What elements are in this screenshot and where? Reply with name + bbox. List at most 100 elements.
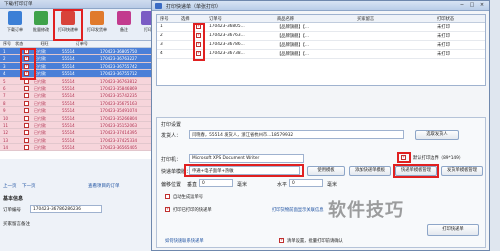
table-row[interactable]: 2 170423-36763... 【品牌旗舰】【... 未打印	[157, 32, 485, 41]
col-buyer-note: 买家留言	[357, 17, 375, 22]
row-code: 55514	[62, 93, 75, 99]
close-icon[interactable]: ×	[477, 2, 487, 9]
row-code: 55514	[62, 56, 75, 62]
row-code: 55514	[62, 130, 75, 136]
row-order: 170423-35846869	[100, 85, 138, 91]
table-row[interactable]: 12 已付款 55514 170423-37414395	[0, 129, 159, 137]
print-express-submit[interactable]: 打印快递单	[427, 224, 479, 236]
download-icon	[8, 11, 22, 25]
row-checkbox[interactable]	[24, 93, 29, 99]
next-page-link[interactable]: 下一页	[22, 183, 36, 189]
row-checkbox[interactable]	[24, 122, 29, 128]
table-row[interactable]: 14 已付款 55514 170423-36565405	[0, 144, 159, 152]
print-invoice-button[interactable]: 打印发货单	[84, 11, 110, 39]
table-row[interactable]: 3 170423-36786... 【品牌旗舰】【... 未打印	[157, 41, 485, 50]
col-product: 商品名称	[277, 17, 295, 22]
printer-label: 打印机：	[161, 157, 182, 163]
row-code: 55514	[62, 108, 75, 114]
row-order: 170423-36763812	[100, 78, 138, 84]
print-invoice-label: 打印发货单	[87, 27, 107, 32]
use-template-button[interactable]: 使用模板	[307, 166, 345, 176]
remark-button[interactable]: 备注	[111, 11, 137, 39]
related-info-link[interactable]: 打印货物前面显示关联信息	[272, 207, 324, 213]
row-no: 14	[3, 145, 9, 151]
bg-toolbar: 下载订单 批量修改 打印快递单 打印发货单 备注 打印	[0, 9, 160, 41]
order-no-label: 订单编号	[3, 208, 21, 213]
select-sender-button[interactable]: 选取发货人	[415, 130, 459, 140]
minimize-icon[interactable]: −	[457, 2, 467, 9]
print-settings-panel: 打印设置 发货人： 闫晓春，55514 发货人，浙江省杭州市...1857993…	[156, 117, 486, 248]
row-no: 3	[160, 42, 163, 47]
row-order: 170423-35742235	[100, 93, 138, 99]
row-no: 11	[3, 122, 9, 128]
table-row[interactable]: 13 已付款 55514 170423-37425334	[0, 136, 159, 145]
table-row[interactable]: 11 已付款 55514 170423-35152063	[0, 121, 159, 130]
help-link[interactable]: 如何快速联系快递单	[165, 238, 204, 244]
row-order: 170423-35266804	[100, 115, 138, 121]
order-table: 序号 选择 订单号 商品名称 买家留言 打印状态 1 170423-36805..…	[156, 14, 486, 86]
row-no: 4	[3, 71, 6, 77]
printer-select[interactable]: Microsoft XPS Document Writer	[189, 154, 304, 163]
detail-tab[interactable]: 基本信息	[3, 195, 23, 202]
row-checkbox[interactable]	[24, 145, 29, 151]
row-checkbox[interactable]	[24, 85, 29, 91]
confirm-checkbox[interactable]	[279, 237, 284, 243]
table-row[interactable]: 6 已付款 55514 170423-35846869	[0, 84, 159, 93]
download-orders-button[interactable]: 下载订单	[2, 11, 28, 39]
sender-field[interactable]: 闫晓春，55514 发货人，浙江省杭州市...18579932	[189, 130, 404, 139]
row-checkbox[interactable]	[24, 108, 29, 114]
row-order: 170423-37414395	[100, 130, 138, 136]
add-template-button[interactable]: 添加快递单模板	[349, 166, 391, 176]
use-page-setting-label: 默认打印边界（89*149）	[413, 156, 464, 161]
row-no: 10	[3, 115, 9, 121]
batch-edit-button[interactable]: 批量修改	[28, 11, 54, 39]
table-row[interactable]: 7 已付款 55514 170423-35742235	[0, 92, 159, 100]
table-row[interactable]: 8 已付款 55514 170423-35675163	[0, 99, 159, 108]
row-checkbox-highlight	[193, 23, 205, 61]
row-no: 3	[3, 63, 6, 69]
row-product: 【品牌旗舰】【...	[277, 52, 310, 57]
row-checkbox[interactable]	[24, 130, 29, 136]
row-order: 170423-35152063	[100, 122, 138, 128]
pager-info: 查看项目的订单	[88, 184, 120, 189]
row-checkbox[interactable]	[24, 115, 29, 121]
row-status: 已付款	[34, 122, 46, 128]
row-status: 未打印	[437, 52, 450, 57]
row-code: 55514	[62, 49, 75, 54]
offset-horizontal-input[interactable]: 0	[289, 179, 323, 187]
bg-title-bar: 下载/打印订单	[0, 0, 160, 9]
row-order: 170423-36738...	[209, 51, 245, 56]
print-express-button[interactable]: 打印快递单	[53, 9, 83, 41]
offset-label: 偏移位置	[161, 182, 182, 188]
table-row[interactable]: 1 170423-36805... 【品牌旗舰】【... 未打印	[157, 23, 485, 32]
invoice-template-button[interactable]: 发货单模板管理	[441, 166, 483, 176]
row-order: 170423-36786...	[209, 42, 245, 47]
print-express-label: 打印快递单	[58, 27, 78, 32]
table-row[interactable]: 10 已付款 55514 170423-35266804	[0, 114, 159, 122]
row-checkbox[interactable]	[24, 137, 29, 143]
maximize-icon[interactable]: □	[467, 2, 477, 9]
row-order: 170423-36755742	[100, 63, 138, 69]
sender-label: 发货人：	[161, 133, 182, 139]
row-code: 55514	[62, 100, 75, 106]
offset-vertical-input[interactable]: 0	[199, 179, 233, 187]
col-no: 序号	[160, 17, 169, 22]
table-row[interactable]: 4 170423-36738... 【品牌旗舰】【... 未打印	[157, 50, 485, 59]
row-code: 55514	[62, 71, 75, 77]
row-checkbox[interactable]	[24, 100, 29, 106]
row-product: 【品牌旗舰】【...	[277, 25, 310, 30]
auto-waybill-checkbox[interactable]	[165, 194, 170, 199]
row-status: 未打印	[437, 25, 450, 30]
row-status: 已付款	[34, 115, 46, 121]
order-detail-panel: 上一页 下一页 查看项目的订单 基本信息 订单编号 170423-3678628…	[0, 159, 160, 251]
prev-page-link[interactable]: 上一页	[3, 183, 17, 189]
row-status: 未打印	[437, 34, 450, 39]
order-no-field[interactable]: 170423-36786286236	[30, 205, 102, 213]
row-no: 1	[3, 49, 6, 54]
offset-unit-h: 毫米	[327, 182, 338, 188]
col-print-status: 打印状态	[437, 17, 455, 22]
print-printed-checkbox[interactable]	[165, 206, 170, 212]
col-order: 订单号	[209, 17, 222, 22]
table-row[interactable]: 9 已付款 55514 170423-35491074	[0, 107, 159, 115]
row-order: 170423-36763227	[100, 56, 138, 62]
